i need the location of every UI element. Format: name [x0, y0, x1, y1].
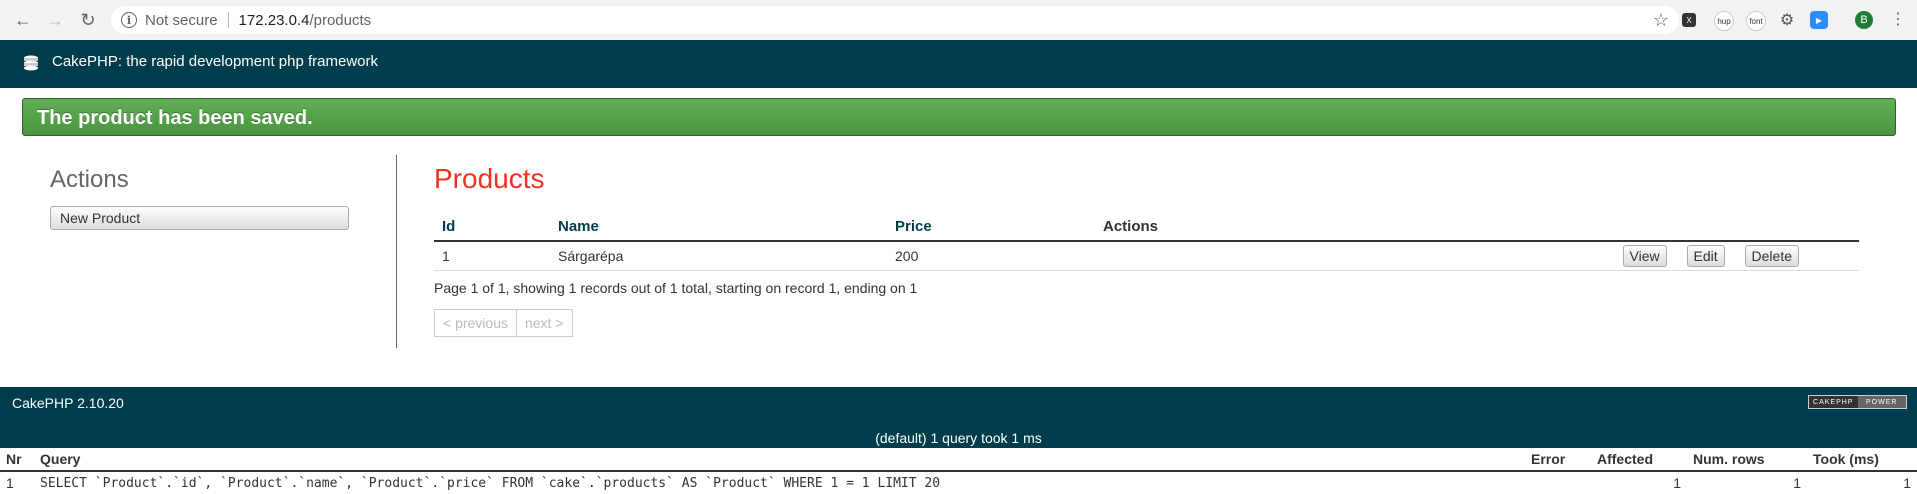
site-header: CakePHP: the rapid development php frame… [0, 40, 1917, 88]
new-product-button[interactable]: New Product [50, 206, 349, 230]
column-header-actions: Actions [1095, 212, 1859, 242]
sql-col-num-rows: Num. rows [1687, 448, 1807, 472]
font-extension-icon[interactable]: font [1746, 11, 1766, 31]
flash-message: The product has been saved. [22, 98, 1896, 136]
actions-sidebar: Actions [50, 152, 350, 194]
sql-col-took: Took (ms) [1807, 448, 1917, 472]
cakephp-power-badge[interactable]: CAKEPHP POWER [1808, 395, 1907, 409]
sort-by-id-link[interactable]: Id [442, 218, 455, 235]
column-header-name[interactable]: Name [550, 212, 887, 242]
edit-button[interactable]: Edit [1686, 245, 1725, 267]
actions-heading: Actions [50, 166, 129, 193]
sql-log-table: Nr Query Error Affected Num. rows Took (… [0, 448, 1917, 494]
badge-left-text: CAKEPHP [1809, 396, 1858, 408]
sql-cell-error [1525, 471, 1591, 494]
badge-right-text: POWER [1857, 396, 1906, 408]
gear-extension-icon[interactable]: ⚙ [1778, 11, 1796, 29]
cell-actions: View Edit Delete [1095, 241, 1859, 271]
cakephp-logo-icon [24, 55, 38, 71]
previous-page-button[interactable]: < previous [434, 309, 517, 337]
hup-extension-icon[interactable]: hup [1714, 11, 1734, 31]
sql-cell-took: 1 [1903, 475, 1911, 491]
zoom-extension-icon[interactable]: ▶ [1810, 11, 1828, 29]
cell-id: 1 [434, 241, 550, 271]
column-header-price[interactable]: Price [887, 212, 1095, 242]
paging-summary: Page 1 of 1, showing 1 records out of 1 … [434, 280, 918, 296]
url-path[interactable]: /products [309, 12, 371, 29]
sql-log-caption: (default) 1 query took 1 ms [875, 430, 1042, 446]
address-divider [227, 12, 229, 28]
back-arrow-icon[interactable]: ← [13, 10, 33, 30]
url-host[interactable]: 172.23.0.4 [239, 12, 310, 29]
sort-by-price-link[interactable]: Price [895, 218, 932, 235]
address-bar[interactable]: i Not secure 172.23.0.4/products ☆ [111, 6, 1679, 34]
table-row: 1 Sárgarépa 200 View Edit Delete [434, 241, 1859, 271]
view-button[interactable]: View [1622, 245, 1667, 267]
cell-price: 200 [887, 241, 1095, 271]
bookmark-star-icon[interactable]: ☆ [1653, 10, 1669, 31]
menu-kebab-icon[interactable]: ⋮ [1888, 10, 1908, 30]
sql-col-query: Query [34, 448, 1525, 472]
info-icon[interactable]: i [121, 12, 137, 28]
sql-cell-query: SELECT `Product`.`id`, `Product`.`name`,… [40, 475, 941, 491]
page-title: Products [434, 163, 545, 194]
browser-toolbar: ← → ↻ i Not secure 172.23.0.4/products ☆… [0, 0, 1917, 41]
security-label[interactable]: Not secure [145, 12, 218, 29]
reload-icon[interactable]: ↻ [78, 10, 98, 30]
next-page-button[interactable]: next > [516, 309, 573, 337]
sort-by-name-link[interactable]: Name [558, 218, 599, 235]
sql-col-error: Error [1525, 448, 1591, 472]
cell-name: Sárgarépa [550, 241, 887, 271]
sql-cell-nr: 1 [6, 475, 14, 491]
footer-version: CakePHP 2.10.20 [12, 395, 124, 411]
column-header-id[interactable]: Id [434, 212, 550, 242]
sql-col-affected: Affected [1591, 448, 1687, 472]
pagination: < previous next > [434, 309, 573, 337]
products-table: Id Name Price Actions 1 Sárgarépa 200 Vi… [434, 212, 1859, 271]
site-title-link[interactable]: CakePHP: the rapid development php frame… [52, 53, 378, 70]
forward-arrow-icon[interactable]: → [45, 10, 65, 30]
table-row: 1 SELECT `Product`.`id`, `Product`.`name… [0, 471, 1917, 494]
x-extension-icon[interactable]: X [1682, 13, 1696, 27]
sql-cell-num-rows: 1 [1793, 475, 1801, 491]
content-divider [396, 155, 397, 348]
sql-cell-affected: 1 [1673, 475, 1681, 491]
profile-avatar[interactable]: B [1855, 11, 1873, 29]
delete-button[interactable]: Delete [1744, 245, 1799, 267]
sql-col-nr: Nr [0, 448, 34, 472]
